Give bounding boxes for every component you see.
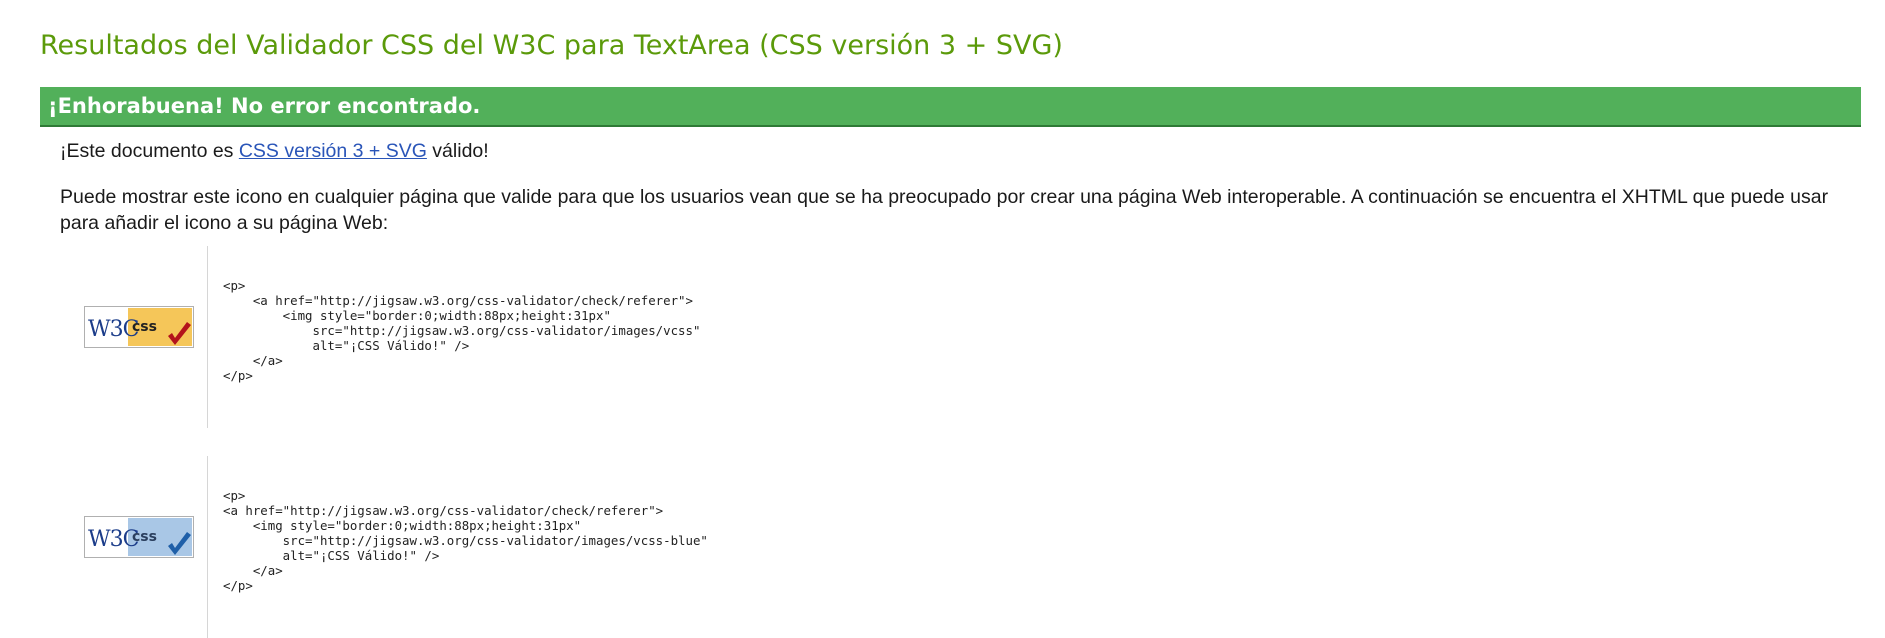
badge-snippet-gold: W3C css <p> <a href="http://jigsaw.w3.or… — [84, 246, 844, 428]
w3c-css-valid-gold-icon: W3C css — [84, 306, 194, 348]
css-logo-text: css — [132, 319, 157, 335]
snippet-divider — [207, 456, 208, 638]
snippet-divider — [207, 246, 208, 428]
badge-code-snippet: <p> <a href="http://jigsaw.w3.org/css-va… — [223, 488, 708, 593]
validity-suffix: válido! — [426, 140, 489, 162]
badge-snippet-blue: W3C css <p> <a href="http://jigsaw.w3.or… — [84, 456, 844, 638]
badge-code-snippet: <p> <a href="http://jigsaw.w3.org/css-va… — [223, 278, 701, 383]
validity-statement: ¡Este documento es CSS versión 3 + SVG v… — [60, 138, 489, 164]
w3c-css-valid-blue-icon: W3C css — [84, 516, 194, 558]
badge-info-text: Puede mostrar este icono en cualquier pá… — [60, 186, 1829, 234]
css-logo-text: css — [132, 529, 157, 545]
success-banner: ¡Enhorabuena! No error encontrado. — [40, 87, 1861, 127]
css-profile-link[interactable]: CSS versión 3 + SVG — [239, 140, 427, 162]
page-title: Resultados del Validador CSS del W3C par… — [40, 30, 1063, 61]
validator-results-page: Resultados del Validador CSS del W3C par… — [0, 0, 1885, 638]
validity-prefix: ¡Este documento es — [60, 140, 239, 162]
success-banner-text: ¡Enhorabuena! No error encontrado. — [48, 94, 481, 118]
